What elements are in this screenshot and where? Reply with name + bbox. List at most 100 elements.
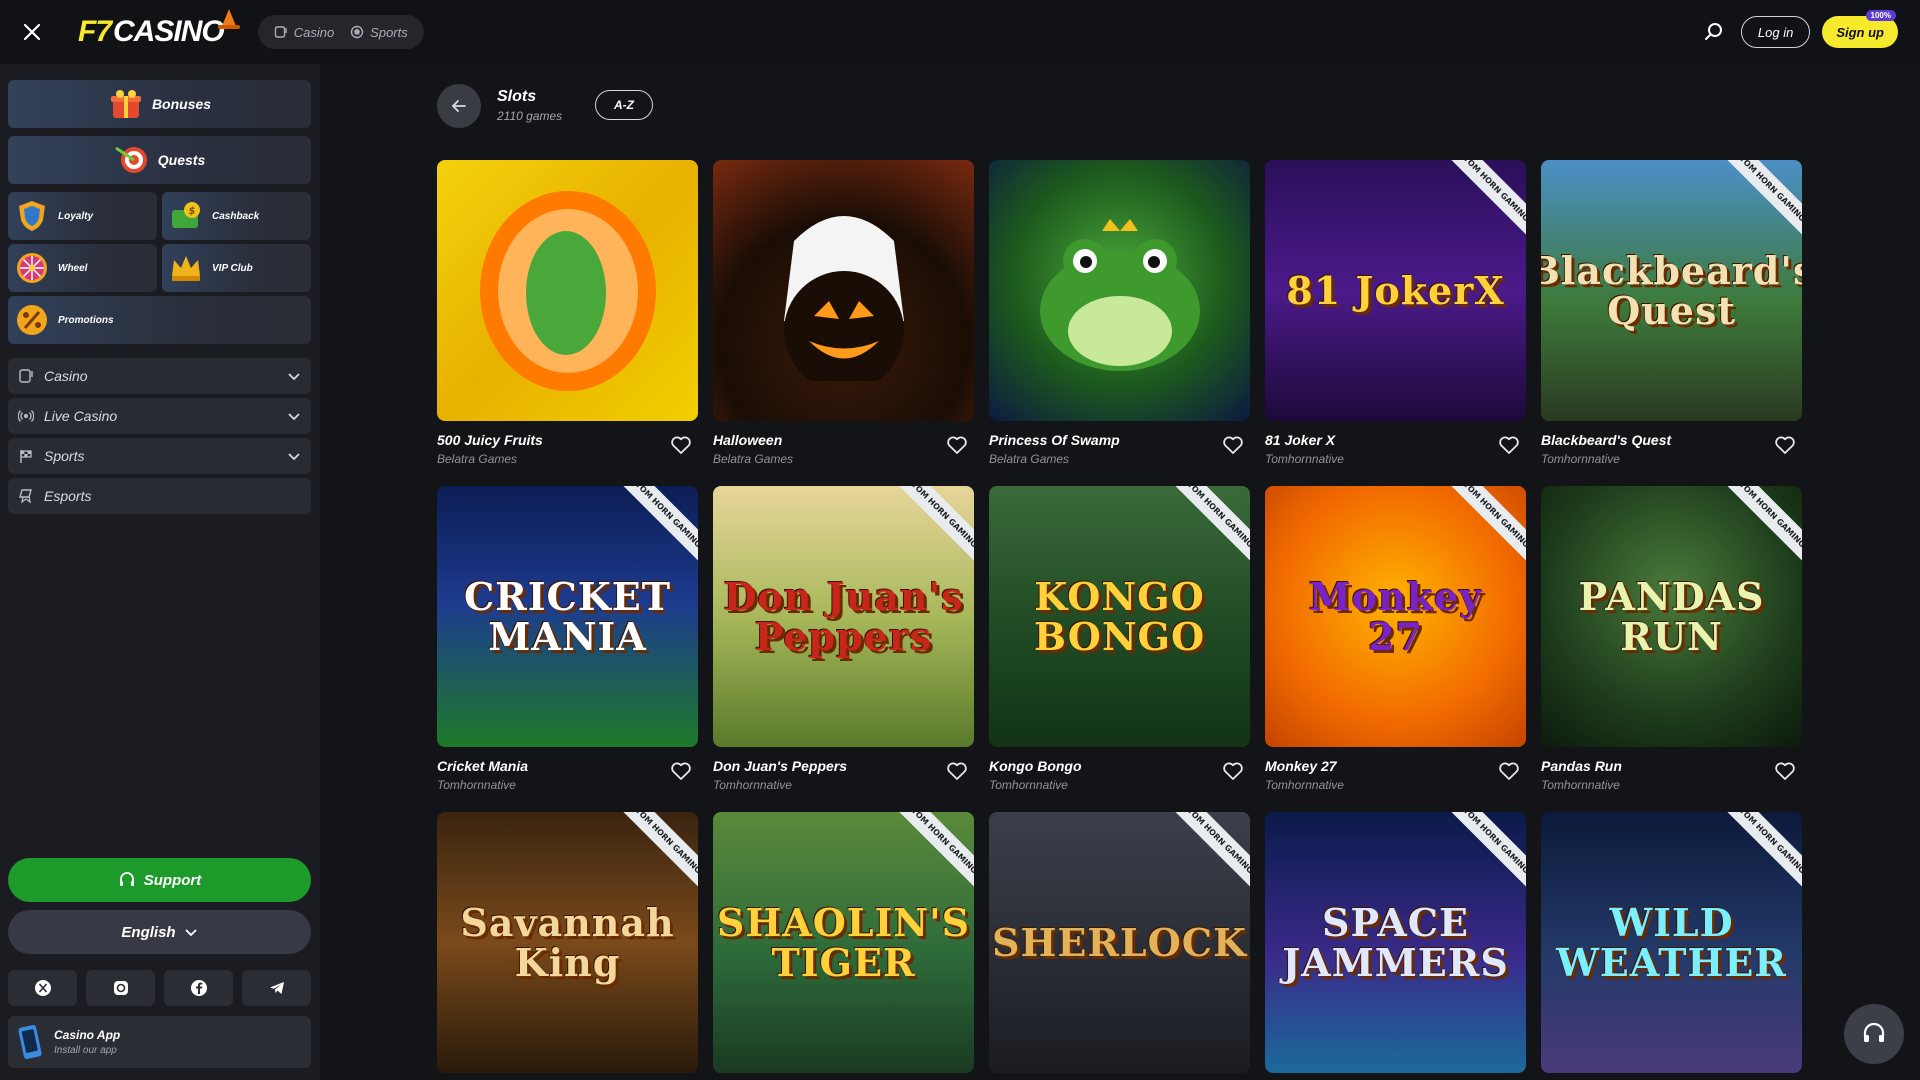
- game-art-title: 81 JokerX: [1286, 267, 1505, 313]
- ball-icon: [350, 25, 364, 39]
- casino-app-promo[interactable]: Casino App Install our app: [8, 1016, 311, 1068]
- game-card[interactable]: Savannah KingTOM HORN GAMINGSavannah Kin…: [437, 812, 698, 1080]
- favorite-heart-icon[interactable]: [946, 760, 968, 782]
- sidebar-promotions[interactable]: Promotions: [8, 296, 311, 344]
- sidebar-item-casino[interactable]: Casino: [8, 358, 311, 394]
- game-card[interactable]: KONGO BONGO TOM HORN GAMING Kongo Bongo Tom…: [989, 486, 1250, 792]
- frog-art: [1039, 218, 1200, 371]
- game-card[interactable]: Blackbeard's Quest TOM HORN GAMING Blackbe…: [1541, 160, 1802, 466]
- close-menu-button[interactable]: [0, 0, 64, 64]
- sidebar-quests-label: Quests: [157, 152, 206, 168]
- game-card[interactable]: Princess Of Swamp Belatra Games: [989, 160, 1250, 466]
- slot-icon: [19, 369, 33, 383]
- favorite-heart-icon[interactable]: [670, 434, 692, 456]
- game-art-title: Don Juan's Peppers: [723, 573, 964, 659]
- sidebar-wheel[interactable]: Wheel: [8, 244, 157, 292]
- game-thumbnail[interactable]: Blackbeard's Quest TOM HORN GAMING: [1541, 160, 1802, 421]
- game-card[interactable]: SHERLOCKTOM HORN GAMINGSherlockTomhornna…: [989, 812, 1250, 1080]
- game-card[interactable]: 500 Juicy Fruits Belatra Games: [437, 160, 698, 466]
- game-thumbnail[interactable]: Don Juan's Peppers TOM HORN GAMING: [713, 486, 974, 747]
- game-thumbnail[interactable]: 81 JokerX TOM HORN GAMING: [1265, 160, 1526, 421]
- game-thumbnail[interactable]: SHERLOCK TOM HORN GAMING: [989, 812, 1250, 1073]
- chat-support-button[interactable]: [1844, 1004, 1904, 1064]
- sidebar-item-sports[interactable]: Sports: [8, 438, 311, 474]
- favorite-heart-icon[interactable]: [946, 434, 968, 456]
- favorite-heart-icon[interactable]: [670, 760, 692, 782]
- game-thumbnail[interactable]: SHAOLIN'S TIGER TOM HORN GAMING: [713, 812, 974, 1073]
- game-thumbnail[interactable]: [437, 160, 698, 421]
- casino-logo[interactable]: F7 CASINO: [78, 0, 240, 64]
- game-thumbnail[interactable]: [713, 160, 974, 421]
- social-instagram-button[interactable]: [86, 970, 155, 1006]
- arrow-left-icon: [451, 100, 466, 112]
- game-name: Blackbeard's Quest: [1541, 432, 1672, 448]
- login-button[interactable]: Log in: [1740, 16, 1811, 48]
- provider-ribbon: TOM HORN GAMING: [1169, 486, 1250, 566]
- game-thumbnail[interactable]: PANDAS RUN TOM HORN GAMING: [1541, 486, 1802, 747]
- sidebar-item-live-casino[interactable]: Live Casino: [8, 398, 311, 434]
- game-thumbnail[interactable]: CRICKET MANIA TOM HORN GAMING: [437, 486, 698, 747]
- provider-ribbon: TOM HORN GAMING: [1721, 160, 1802, 240]
- social-links: [8, 970, 311, 1006]
- top-header: F7 CASINO Casino Sports Log in Sign up 1…: [0, 0, 1920, 64]
- signup-bonus-badge: 100%: [1865, 10, 1896, 21]
- game-card[interactable]: Don Juan's Peppers TOM HORN GAMING Don Jua…: [713, 486, 974, 792]
- sidebar-item-esports[interactable]: Esports: [8, 478, 311, 514]
- close-icon: [23, 23, 41, 41]
- sidebar-vip-club[interactable]: VIP Club: [162, 244, 311, 292]
- favorite-heart-icon[interactable]: [1774, 434, 1796, 456]
- game-name: Pandas Run: [1541, 758, 1622, 774]
- game-card[interactable]: Monkey 27 TOM HORN GAMING Monkey 27 Tomhorn…: [1265, 486, 1526, 792]
- social-telegram-button[interactable]: [242, 970, 311, 1006]
- game-card[interactable]: WILD WEATHERTOM HORN GAMINGWild WeatherT…: [1541, 812, 1802, 1080]
- game-card[interactable]: 81 JokerX TOM HORN GAMING 81 Joker X Tomhor…: [1265, 160, 1526, 466]
- game-art-title: PANDAS RUN: [1578, 573, 1765, 659]
- game-provider: Tomhornnative: [989, 778, 1068, 792]
- sidebar-wheel-label: Wheel: [58, 262, 88, 274]
- live-icon: [18, 410, 34, 422]
- target-icon: [114, 146, 147, 173]
- nav-casino[interactable]: Casino: [266, 25, 342, 40]
- game-thumbnail[interactable]: SPACE JAMMERS TOM HORN GAMING: [1265, 812, 1526, 1073]
- sidebar-item-casino-label: Casino: [44, 368, 88, 384]
- orange-ring-art: [479, 190, 656, 391]
- favorite-heart-icon[interactable]: [1774, 760, 1796, 782]
- social-facebook-button[interactable]: [164, 970, 233, 1006]
- game-thumbnail[interactable]: Savannah King TOM HORN GAMING: [437, 812, 698, 1073]
- favorite-heart-icon[interactable]: [1222, 434, 1244, 456]
- sort-az-button[interactable]: A-Z: [595, 90, 653, 120]
- game-name: Monkey 27: [1265, 758, 1337, 774]
- game-provider: Tomhornnative: [713, 778, 792, 792]
- social-x-button[interactable]: [8, 970, 77, 1006]
- sidebar-bonuses[interactable]: Bonuses: [8, 80, 311, 128]
- sidebar-promotions-label: Promotions: [58, 314, 114, 326]
- game-card[interactable]: SHAOLIN'S TIGERTOM HORN GAMINGShaolin's …: [713, 812, 974, 1080]
- game-thumbnail[interactable]: KONGO BONGO TOM HORN GAMING: [989, 486, 1250, 747]
- sidebar-quests[interactable]: Quests: [8, 136, 311, 184]
- support-button[interactable]: Support: [8, 858, 311, 902]
- game-name: Cricket Mania: [437, 758, 529, 774]
- games-count: 2110 games: [497, 109, 563, 123]
- game-thumbnail[interactable]: WILD WEATHER TOM HORN GAMING: [1541, 812, 1802, 1073]
- game-card[interactable]: CRICKET MANIA TOM HORN GAMING Cricket Mani…: [437, 486, 698, 792]
- favorite-heart-icon[interactable]: [1498, 434, 1520, 456]
- casino-app-subtitle: Install our app: [54, 1045, 117, 1056]
- favorite-heart-icon[interactable]: [1222, 760, 1244, 782]
- game-card[interactable]: Halloween Belatra Games: [713, 160, 974, 466]
- sidebar-cashback[interactable]: $ Cashback: [162, 192, 311, 240]
- favorite-heart-icon[interactable]: [1498, 760, 1520, 782]
- signup-button[interactable]: Sign up 100%: [1822, 10, 1898, 48]
- nav-sports[interactable]: Sports: [342, 25, 416, 40]
- language-selector[interactable]: English: [8, 910, 311, 954]
- game-thumbnail[interactable]: [989, 160, 1250, 421]
- game-art-title: Savannah King: [460, 899, 675, 985]
- search-button[interactable]: [1699, 17, 1729, 47]
- back-button[interactable]: [437, 84, 481, 128]
- sidebar: Bonuses Quests Loyalty $ Cashback Wheel …: [0, 64, 320, 1080]
- slot-icon: [274, 26, 287, 38]
- game-card[interactable]: SPACE JAMMERSTOM HORN GAMINGSpace Jammer…: [1265, 812, 1526, 1080]
- game-card[interactable]: PANDAS RUN TOM HORN GAMING Pandas Run Tomho…: [1541, 486, 1802, 792]
- sidebar-vip-club-label: VIP Club: [212, 262, 253, 274]
- sidebar-loyalty[interactable]: Loyalty: [8, 192, 157, 240]
- game-thumbnail[interactable]: Monkey 27 TOM HORN GAMING: [1265, 486, 1526, 747]
